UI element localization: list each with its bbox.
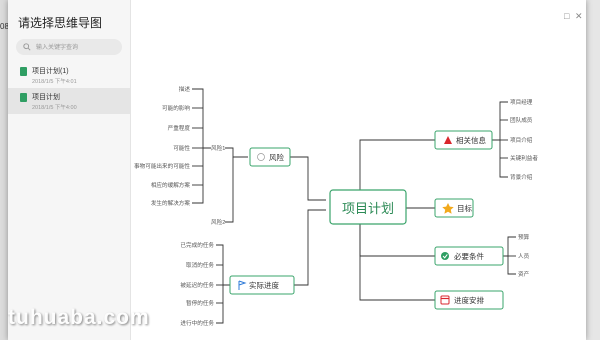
leaf-progress-item[interactable]: 已完成的任务: [180, 241, 214, 249]
central-topic-label: 项目计划: [342, 201, 394, 216]
topic-goal-label: 目标: [457, 203, 472, 213]
leaf-risk-item[interactable]: 严重程度: [168, 124, 191, 132]
topic-conditions-label: 必要条件: [454, 251, 484, 261]
mindmap-picker-dialog: 请选择思维导图 输入关键字查询 项目计划(1) 2018/1/5 下午4:01 …: [8, 0, 586, 340]
leaf-progress-item[interactable]: 被延迟的任务: [180, 281, 214, 289]
topic-schedule-label: 进度安排: [454, 295, 484, 305]
leaf-progress-item[interactable]: 进行中的任务: [180, 319, 214, 327]
leaf-risk-item[interactable]: 可能性: [173, 144, 190, 152]
leaf-related-item[interactable]: 项目介绍: [510, 136, 533, 144]
watermark: tuhuaba.com: [8, 306, 150, 329]
leaf-risk-item[interactable]: 相应的缓解方案: [151, 181, 191, 189]
background-app-left: 08: [0, 0, 9, 340]
leaf-related-item[interactable]: 关键利益者: [510, 154, 538, 162]
check-icon: [441, 252, 449, 260]
topic-progress-label: 实际进度: [249, 280, 279, 290]
leaf-progress-item[interactable]: 取消的任务: [186, 261, 214, 269]
leaf-risk-item[interactable]: 可能的影响: [162, 104, 190, 112]
subtopic-risk-1[interactable]: 风险1: [211, 144, 225, 152]
risk-icon: [257, 153, 265, 161]
leaf-risk-item[interactable]: 描述: [179, 85, 191, 93]
leaf-conditions-item[interactable]: 预算: [518, 233, 530, 241]
leaf-risk-item[interactable]: 发生的解决方案: [151, 199, 191, 207]
background-app-right: [586, 0, 600, 340]
leaf-related-item[interactable]: 团队成员: [510, 116, 533, 124]
topic-risk-label: 风险: [269, 152, 284, 162]
leaf-related-item[interactable]: 背景介绍: [510, 173, 533, 181]
leaf-conditions-item[interactable]: 人员: [518, 253, 530, 260]
subtopic-risk-2[interactable]: 风险2: [211, 218, 225, 226]
calendar-icon: [440, 295, 450, 305]
leaf-related-item[interactable]: 项目经理: [510, 98, 533, 106]
mindmap-canvas: 项目计划 风险 实际进度 相关信息 目标 必要条件 进度安排 风险1 风险2 描…: [134, 85, 538, 327]
topic-related-info-label: 相关信息: [456, 135, 486, 145]
leaf-risk-item[interactable]: 事物可能出来的可能性: [134, 162, 190, 170]
leaf-conditions-item[interactable]: 资产: [518, 270, 530, 278]
leaf-progress-item[interactable]: 暂停的任务: [186, 299, 214, 307]
